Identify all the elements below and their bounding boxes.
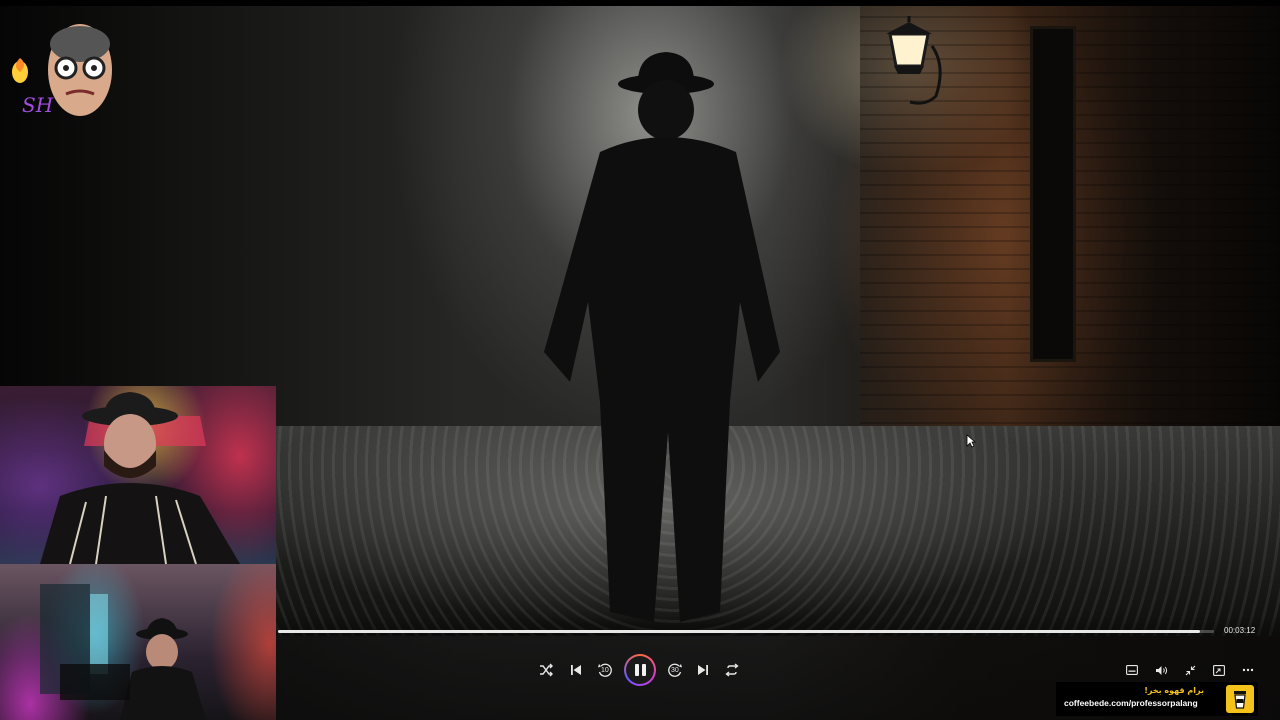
seek-bar[interactable] <box>278 630 1214 633</box>
forward-button[interactable]: 30 <box>666 662 684 680</box>
rewind-button[interactable]: 10 <box>596 662 614 680</box>
previous-track-icon <box>571 665 581 675</box>
channel-logo-text: SH <box>22 93 54 117</box>
forward-seconds-label: 30 <box>671 667 679 674</box>
next-track-icon <box>698 665 708 675</box>
donation-banner[interactable]: برام قهوه بخر! coffeebede.com/professorp… <box>1056 682 1258 716</box>
rewind-seconds-label: 10 <box>601 667 609 674</box>
exit-fullscreen-icon <box>1185 665 1195 675</box>
pause-icon <box>634 664 639 676</box>
mouse-cursor-icon <box>966 434 976 448</box>
miniplayer-button[interactable] <box>1211 663 1227 677</box>
shuffle-icon <box>540 663 553 677</box>
silhouette-man-in-hat <box>544 52 780 622</box>
pause-button[interactable] <box>624 654 656 686</box>
captions-icon <box>1126 665 1138 675</box>
seek-bar-progress <box>278 630 1200 633</box>
volume-button[interactable] <box>1153 663 1169 677</box>
repeat-icon <box>725 663 739 677</box>
alley-window <box>1030 26 1076 362</box>
webcam-feed-face <box>0 386 276 564</box>
captions-button[interactable] <box>1124 663 1140 677</box>
coffee-cup-icon <box>1226 685 1254 713</box>
exit-fullscreen-button[interactable] <box>1182 663 1198 677</box>
volume-icon <box>1155 665 1167 675</box>
donation-call-to-action: برام قهوه بخر! <box>1144 686 1204 695</box>
donation-url: coffeebede.com/professorpalang <box>1064 698 1198 708</box>
previous-button[interactable] <box>568 662 584 678</box>
miniplayer-icon <box>1213 664 1225 676</box>
more-options-button[interactable] <box>1240 663 1256 677</box>
street-lamp <box>886 16 942 105</box>
current-time: 00:03:12 <box>1224 626 1256 635</box>
more-options-icon <box>1242 668 1254 672</box>
repeat-button[interactable] <box>724 662 740 678</box>
webcam-feed-room <box>0 564 276 720</box>
next-button[interactable] <box>695 662 711 678</box>
channel-avatar-logo: SH <box>12 24 112 117</box>
shuffle-button[interactable] <box>538 662 554 678</box>
